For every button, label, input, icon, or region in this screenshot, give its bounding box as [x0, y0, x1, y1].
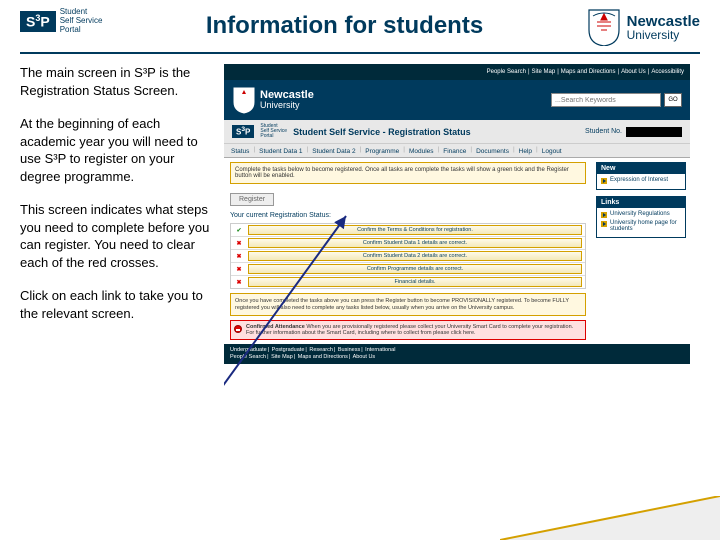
- no-entry-icon: [234, 325, 242, 333]
- page-title: Information for students: [206, 12, 483, 40]
- bullet-icon: [601, 178, 607, 184]
- task-row: ✔ Confirm the Terms & Conditions for regi…: [231, 224, 585, 237]
- task-list: ✔ Confirm the Terms & Conditions for regi…: [230, 223, 586, 289]
- cross-icon: ✖: [234, 240, 244, 247]
- panel-heading: Links: [597, 197, 685, 208]
- newcastle-logo: Newcastle University: [587, 8, 700, 46]
- task-row: ✖ Confirm Student Data 1 details are corr…: [231, 237, 585, 250]
- header-rule: [20, 52, 700, 54]
- side-link[interactable]: University home page for students: [601, 220, 681, 232]
- tab-bar: Status| Student Data 1| Student Data 2| …: [224, 144, 690, 158]
- task-link[interactable]: Confirm Programme details are correct.: [248, 264, 582, 274]
- cross-icon: ✖: [234, 253, 244, 260]
- top-link[interactable]: Site Map: [532, 69, 556, 75]
- reg-status-heading: Your current Registration Status:: [230, 212, 586, 219]
- s3p-mark-mini: S3P: [232, 125, 254, 138]
- banner-logo: NewcastleUniversity: [232, 86, 314, 114]
- footer: Undergraduate| Postgraduate| Research| B…: [224, 344, 690, 364]
- crest-icon: [232, 86, 256, 114]
- task-link[interactable]: Confirm Student Data 1 details are corre…: [248, 238, 582, 248]
- task-link[interactable]: Confirm Student Data 2 details are corre…: [248, 251, 582, 261]
- tab-status[interactable]: Status: [230, 146, 250, 157]
- tab-logout[interactable]: Logout: [541, 146, 563, 157]
- top-link[interactable]: Accessibility: [651, 69, 684, 75]
- s3p-mini-text: StudentSelf ServicePortal: [260, 124, 287, 139]
- s3p-subtitle: Student Self Service Portal: [60, 8, 103, 34]
- panel-heading: New: [597, 163, 685, 174]
- banner: NewcastleUniversity GO: [224, 80, 690, 120]
- confirm-attendance-box: Confirmed Attendance When you are provis…: [230, 320, 586, 340]
- newcastle-text: Newcastle University: [627, 14, 700, 41]
- tab-documents[interactable]: Documents: [475, 146, 510, 157]
- search-go-button[interactable]: GO: [664, 93, 682, 107]
- side-link[interactable]: Expression of Interest: [601, 177, 681, 184]
- embedded-screenshot: People Search| Site Map| Maps and Direct…: [224, 64, 690, 364]
- cross-icon: ✖: [234, 266, 244, 273]
- decorative-diagonal: [500, 496, 720, 540]
- crest-icon: [587, 8, 621, 46]
- task-row: ✖ Confirm Programme details are correct.: [231, 263, 585, 276]
- top-link[interactable]: Maps and Directions: [561, 69, 616, 75]
- task-row: ✖ Confirm Student Data 2 details are corr…: [231, 250, 585, 263]
- task-link[interactable]: Financial details.: [248, 277, 582, 287]
- s3p-mark: S3P: [20, 11, 56, 32]
- main-panel: Complete the tasks below to become regis…: [224, 158, 592, 344]
- tab-modules[interactable]: Modules: [408, 146, 435, 157]
- task-row: ✖ Financial details.: [231, 276, 585, 288]
- tab-finance[interactable]: Finance: [442, 146, 467, 157]
- register-button[interactable]: Register: [230, 193, 274, 206]
- tab-programme[interactable]: Programme: [364, 146, 400, 157]
- task-link[interactable]: Confirm the Terms & Conditions for regis…: [248, 225, 582, 235]
- links-panel: Links University Regulations University …: [596, 196, 686, 238]
- para-1: The main screen in S³P is the Registrati…: [20, 64, 210, 99]
- para-3: This screen indicates what steps you nee…: [20, 201, 210, 271]
- search-box: GO: [551, 93, 682, 107]
- top-nav-bar: People Search| Site Map| Maps and Direct…: [224, 64, 690, 80]
- top-link[interactable]: People Search: [487, 69, 526, 75]
- screen-title: Student Self Service - Registration Stat…: [293, 127, 471, 137]
- tab-studentdata2[interactable]: Student Data 2: [311, 146, 356, 157]
- new-panel: New Expression of Interest: [596, 162, 686, 190]
- tab-studentdata1[interactable]: Student Data 1: [258, 146, 303, 157]
- student-number: Student No.: [585, 127, 682, 137]
- tab-help[interactable]: Help: [518, 146, 533, 157]
- redacted-box: [626, 127, 682, 137]
- side-column: New Expression of Interest Links Univers…: [592, 158, 690, 344]
- side-link[interactable]: University Regulations: [601, 211, 681, 218]
- bullet-icon: [601, 221, 607, 227]
- para-2: At the beginning of each academic year y…: [20, 115, 210, 185]
- sub-header: S3P StudentSelf ServicePortal Student Se…: [224, 120, 690, 144]
- para-4: Click on each link to take you to the re…: [20, 287, 210, 322]
- top-link[interactable]: About Us: [621, 69, 646, 75]
- bullet-icon: [601, 212, 607, 218]
- tick-icon: ✔: [234, 227, 244, 234]
- cross-icon: ✖: [234, 279, 244, 286]
- info-box: Once you have completed the tasks above …: [230, 293, 586, 316]
- instruction-box: Complete the tasks below to become regis…: [230, 162, 586, 184]
- explanation-column: The main screen in S³P is the Registrati…: [20, 64, 210, 364]
- search-input[interactable]: [551, 93, 661, 107]
- s3p-logo: S3P Student Self Service Portal: [20, 8, 102, 34]
